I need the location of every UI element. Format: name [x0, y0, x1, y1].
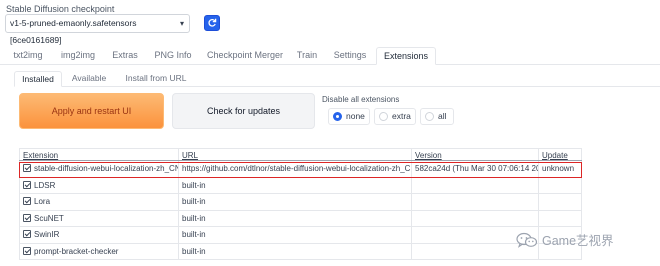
- tab-install-from-url[interactable]: Install from URL: [122, 71, 190, 87]
- extension-cell: SwinIR: [19, 226, 179, 244]
- radio-extra[interactable]: extra: [374, 108, 416, 125]
- checkbox-checked-icon[interactable]: [23, 164, 31, 173]
- url-cell: built-in: [178, 242, 412, 260]
- extension-cell: stable-diffusion-webui-localization-zh_C…: [19, 160, 179, 178]
- url-cell: built-in: [178, 226, 412, 244]
- extension-cell: prompt-bracket-checker: [19, 242, 179, 260]
- sub-tabs-divider: [14, 86, 660, 87]
- wechat-icon: [516, 232, 538, 248]
- extension-name: stable-diffusion-webui-localization-zh_C…: [34, 164, 179, 174]
- checkbox-checked-icon[interactable]: [23, 197, 31, 206]
- update-cell: unknown: [538, 160, 582, 178]
- tab-extras[interactable]: Extras: [110, 47, 140, 65]
- extension-cell: ScuNET: [19, 209, 179, 227]
- column-header-version[interactable]: Version: [411, 148, 539, 161]
- tab-extensions[interactable]: Extensions: [376, 47, 436, 65]
- url-cell: built-in: [178, 193, 412, 211]
- chevron-down-icon: ▾: [179, 19, 184, 28]
- check-for-updates-button[interactable]: Check for updates: [172, 93, 315, 129]
- extensions-table: Extension URL Version Update stable-diff…: [19, 148, 582, 260]
- refresh-icon: [208, 18, 217, 27]
- version-cell: [411, 176, 539, 194]
- disable-extensions-label: Disable all extensions: [322, 95, 400, 104]
- column-header-url[interactable]: URL: [178, 148, 412, 161]
- tab-settings[interactable]: Settings: [330, 47, 370, 65]
- apply-and-restart-button[interactable]: Apply and restart UI: [19, 93, 164, 129]
- update-cell: [538, 193, 582, 211]
- version-cell: 582ca24d (Thu Mar 30 07:06:14 2023): [411, 160, 539, 178]
- table-row: ScuNET built-in: [19, 209, 582, 227]
- extension-cell: LDSR: [19, 176, 179, 194]
- update-cell: [538, 209, 582, 227]
- extension-name: prompt-bracket-checker: [34, 246, 119, 256]
- radio-unselected-icon: [379, 112, 388, 121]
- column-header-update[interactable]: Update: [538, 148, 582, 161]
- radio-unselected-icon: [425, 112, 434, 121]
- tab-train[interactable]: Train: [294, 47, 320, 65]
- url-cell: built-in: [178, 209, 412, 227]
- main-tabs: txt2img img2img Extras PNG Info Checkpoi…: [0, 47, 660, 65]
- tab-txt2img[interactable]: txt2img: [8, 47, 48, 65]
- tab-available[interactable]: Available: [68, 71, 110, 87]
- table-row: prompt-bracket-checker built-in: [19, 242, 582, 260]
- radio-none-label: none: [346, 111, 365, 121]
- table-row: LDSR built-in: [19, 176, 582, 194]
- url-cell: built-in: [178, 176, 412, 194]
- table-row: SwinIR built-in: [19, 226, 582, 244]
- radio-all[interactable]: all: [420, 108, 454, 125]
- watermark-text: Game艺视界: [542, 234, 614, 248]
- radio-extra-label: extra: [392, 111, 411, 121]
- tab-checkpoint-merger[interactable]: Checkpoint Merger: [204, 47, 286, 65]
- extension-name: SwinIR: [34, 230, 60, 240]
- version-cell: [411, 193, 539, 211]
- checkbox-checked-icon[interactable]: [23, 180, 31, 189]
- url-cell[interactable]: https://github.com/dtlnor/stable-diffusi…: [178, 160, 412, 178]
- table-row: Lora built-in: [19, 193, 582, 211]
- update-cell: [538, 176, 582, 194]
- extension-name: ScuNET: [34, 213, 64, 223]
- radio-all-label: all: [438, 111, 447, 121]
- tab-installed[interactable]: Installed: [14, 71, 62, 87]
- watermark: Game艺视界: [516, 230, 614, 249]
- refresh-button[interactable]: [204, 15, 220, 31]
- table-row: stable-diffusion-webui-localization-zh_C…: [19, 160, 582, 178]
- extension-name: Lora: [34, 197, 51, 207]
- checkbox-checked-icon[interactable]: [23, 246, 31, 255]
- extension-sub-tabs: Installed Available Install from URL: [0, 71, 660, 87]
- checkbox-checked-icon[interactable]: [23, 213, 31, 222]
- table-header-row: Extension URL Version Update: [19, 148, 582, 161]
- column-header-extension[interactable]: Extension: [19, 148, 179, 161]
- checkpoint-label: Stable Diffusion checkpoint: [6, 4, 115, 14]
- extension-name: LDSR: [34, 180, 56, 190]
- tab-png-info[interactable]: PNG Info: [150, 47, 196, 65]
- radio-none[interactable]: none: [328, 108, 370, 125]
- tab-img2img[interactable]: img2img: [57, 47, 99, 65]
- radio-selected-icon: [333, 112, 342, 121]
- checkpoint-value: v1-5-pruned-emaonly.safetensors [6ce0161…: [10, 18, 137, 45]
- main-tabs-divider: [0, 64, 660, 65]
- extension-cell: Lora: [19, 193, 179, 211]
- version-cell: [411, 209, 539, 227]
- checkpoint-select[interactable]: v1-5-pruned-emaonly.safetensors [6ce0161…: [5, 14, 190, 45]
- checkbox-checked-icon[interactable]: [23, 230, 31, 239]
